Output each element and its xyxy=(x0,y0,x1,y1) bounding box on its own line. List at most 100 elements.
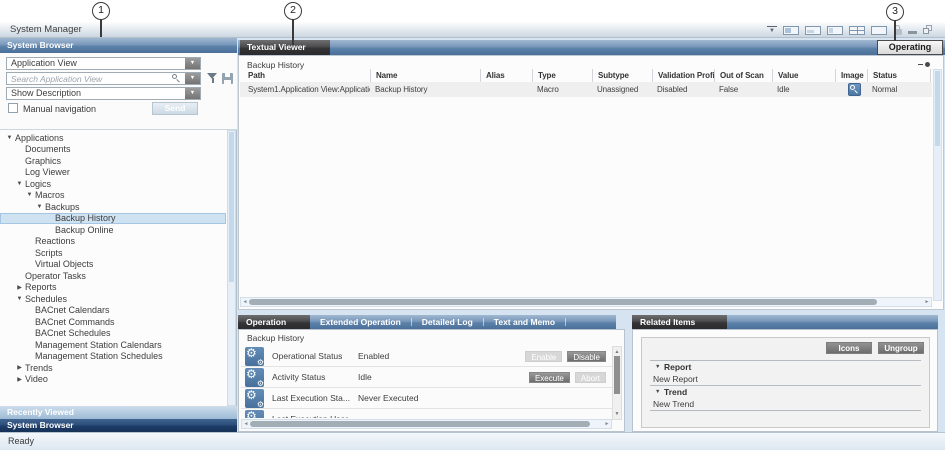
tree-item-management-station-calendars[interactable]: Management Station Calendars xyxy=(0,339,226,351)
tree-scrollbar[interactable] xyxy=(227,130,236,406)
tree-item-video[interactable]: ▶Video xyxy=(0,374,226,386)
tree-scrollbar-thumb[interactable] xyxy=(229,132,234,282)
tab-related-items[interactable]: Related Items xyxy=(632,315,727,329)
tree-item-bacnet-commands[interactable]: BACnet Commands xyxy=(0,316,226,328)
tree-item-log-viewer[interactable]: Log Viewer xyxy=(0,167,226,179)
related-item-new-trend[interactable]: New Trend xyxy=(650,398,921,410)
table-row[interactable]: System1.Application View:Applicatio...Ba… xyxy=(240,82,932,97)
tree-item-backup-online[interactable]: Backup Online xyxy=(0,224,226,236)
layout-left-pane-icon[interactable] xyxy=(827,26,843,35)
minimize-icon[interactable] xyxy=(908,26,917,35)
magnifier-icon[interactable] xyxy=(848,83,861,96)
column-header-path[interactable]: Path xyxy=(240,69,370,82)
execute-button[interactable]: Execute xyxy=(529,372,570,383)
expand-arrow-icon[interactable]: ▶ xyxy=(14,376,25,383)
scrollbar-thumb[interactable] xyxy=(250,421,590,427)
scroll-down-arrow-icon[interactable]: ▼ xyxy=(613,410,621,418)
restore-icon[interactable] xyxy=(923,25,933,35)
scrollbar-thumb[interactable] xyxy=(249,299,877,305)
layout-icon-fill xyxy=(850,30,864,31)
layout-bottom-pane-icon[interactable] xyxy=(805,26,821,35)
column-header-validation-profile[interactable]: Validation Profile xyxy=(652,69,714,82)
group-header-report[interactable]: ▼Report xyxy=(650,361,921,373)
collapse-arrow-icon[interactable]: ▼ xyxy=(14,181,25,187)
tree-item-bacnet-schedules[interactable]: BACnet Schedules xyxy=(0,328,226,340)
tree-item-schedules[interactable]: ▼Schedules xyxy=(0,293,226,305)
tree-item-graphics[interactable]: Graphics xyxy=(0,155,226,167)
tree-item-bacnet-calendars[interactable]: BACnet Calendars xyxy=(0,305,226,317)
tree-item-label: BACnet Calendars xyxy=(35,305,110,315)
expand-arrow-icon[interactable]: ▶ xyxy=(14,364,25,371)
abort-button[interactable]: Abort xyxy=(575,372,606,383)
scroll-right-arrow-icon[interactable]: ► xyxy=(923,298,931,306)
system-browser-bottom-bar[interactable]: System Browser xyxy=(0,419,237,432)
disable-button[interactable]: Disable xyxy=(567,351,606,362)
chevron-down-icon[interactable]: ▼ xyxy=(185,88,200,99)
tree-item-documents[interactable]: Documents xyxy=(0,144,226,156)
collapse-arrow-icon[interactable]: ▼ xyxy=(655,364,664,370)
chevron-down-icon[interactable]: ▼ xyxy=(185,58,200,69)
column-header-type[interactable]: Type xyxy=(532,69,592,82)
tab-operation[interactable]: Operation xyxy=(238,315,310,329)
scroll-right-arrow-icon[interactable]: ► xyxy=(603,420,611,428)
column-header-image[interactable]: Image xyxy=(835,69,867,82)
expand-arrow-icon[interactable]: ▶ xyxy=(14,284,25,291)
column-header-subtype[interactable]: Subtype xyxy=(592,69,652,82)
manual-navigation-checkbox[interactable] xyxy=(8,103,18,113)
operation-horizontal-scrollbar[interactable]: ◄ ► xyxy=(241,419,612,429)
group-header-trend[interactable]: ▼Trend xyxy=(650,386,921,398)
table-horizontal-scrollbar[interactable]: ◄ ► xyxy=(240,297,932,307)
tree-item-trends[interactable]: ▶Trends xyxy=(0,362,226,374)
scrollbar-thumb[interactable] xyxy=(935,71,940,146)
scrollbar-thumb[interactable] xyxy=(614,356,620,394)
enable-button[interactable]: Enable xyxy=(525,351,562,362)
collapse-arrow-icon[interactable]: ▼ xyxy=(24,192,35,198)
column-header-name[interactable]: Name xyxy=(370,69,480,82)
tab-detailed-log[interactable]: Detailed Log xyxy=(412,315,483,329)
layout-single-pane-icon[interactable] xyxy=(871,26,887,35)
column-header-alias[interactable]: Alias xyxy=(480,69,532,82)
scroll-left-arrow-icon[interactable]: ◄ xyxy=(241,298,249,306)
recently-viewed-bar[interactable]: Recently Viewed xyxy=(0,406,237,419)
search-input[interactable] xyxy=(8,73,163,84)
collapse-arrow-icon[interactable]: ▼ xyxy=(4,135,15,141)
filter-icon[interactable] xyxy=(206,72,219,85)
operating-mode-button[interactable]: Operating xyxy=(877,40,943,55)
layout-quad-icon[interactable] xyxy=(849,26,865,35)
search-dropdown-chevron-icon[interactable]: ▼ xyxy=(185,73,200,84)
tree-item-logics[interactable]: ▼Logics xyxy=(0,178,226,190)
collapse-arrow-icon[interactable]: ▼ xyxy=(14,296,25,302)
table-vertical-scrollbar[interactable] xyxy=(933,69,942,301)
tree-item-macros[interactable]: ▼Macros xyxy=(0,190,226,202)
layout-split-vertical-icon[interactable] xyxy=(783,26,799,35)
tree-item-backups[interactable]: ▼Backups xyxy=(0,201,226,213)
collapse-arrow-icon[interactable]: ▼ xyxy=(655,389,664,395)
tree-item-scripts[interactable]: Scripts xyxy=(0,247,226,259)
column-header-status[interactable]: Status xyxy=(867,69,930,82)
view-dropdown[interactable]: Application View ▼ xyxy=(6,57,201,70)
save-filter-icon[interactable] xyxy=(222,73,233,84)
related-item-new-report[interactable]: New Report xyxy=(650,373,921,385)
description-dropdown[interactable]: Show Description ▼ xyxy=(6,87,201,100)
send-button[interactable]: Send xyxy=(152,102,198,115)
tree-item-applications[interactable]: ▼Applications xyxy=(0,132,226,144)
scroll-up-arrow-icon[interactable]: ▲ xyxy=(613,348,621,356)
tree-item-reports[interactable]: ▶Reports xyxy=(0,282,226,294)
pin-icon[interactable] xyxy=(918,62,930,67)
tree-item-reactions[interactable]: Reactions xyxy=(0,236,226,248)
ungroup-button[interactable]: Ungroup xyxy=(878,342,924,354)
operation-vertical-scrollbar[interactable]: ▲ ▼ xyxy=(612,346,622,420)
tab-textual-viewer[interactable]: Textual Viewer xyxy=(240,40,330,55)
tab-extended-operation[interactable]: Extended Operation xyxy=(310,315,411,329)
collapse-panes-icon[interactable]: ▼ xyxy=(767,26,777,35)
tab-text-and-memo[interactable]: Text and Memo xyxy=(484,315,565,329)
tree-item-virtual-objects[interactable]: Virtual Objects xyxy=(0,259,226,271)
column-header-out-of-scan[interactable]: Out of Scan xyxy=(714,69,772,82)
tree-item-management-station-schedules[interactable]: Management Station Schedules xyxy=(0,351,226,363)
scroll-left-arrow-icon[interactable]: ◄ xyxy=(242,420,250,428)
tree-item-operator-tasks[interactable]: Operator Tasks xyxy=(0,270,226,282)
icons-button[interactable]: Icons xyxy=(826,342,872,354)
tree-item-backup-history[interactable]: Backup History xyxy=(0,213,226,225)
column-header-value[interactable]: Value xyxy=(772,69,835,82)
collapse-arrow-icon[interactable]: ▼ xyxy=(34,204,45,210)
